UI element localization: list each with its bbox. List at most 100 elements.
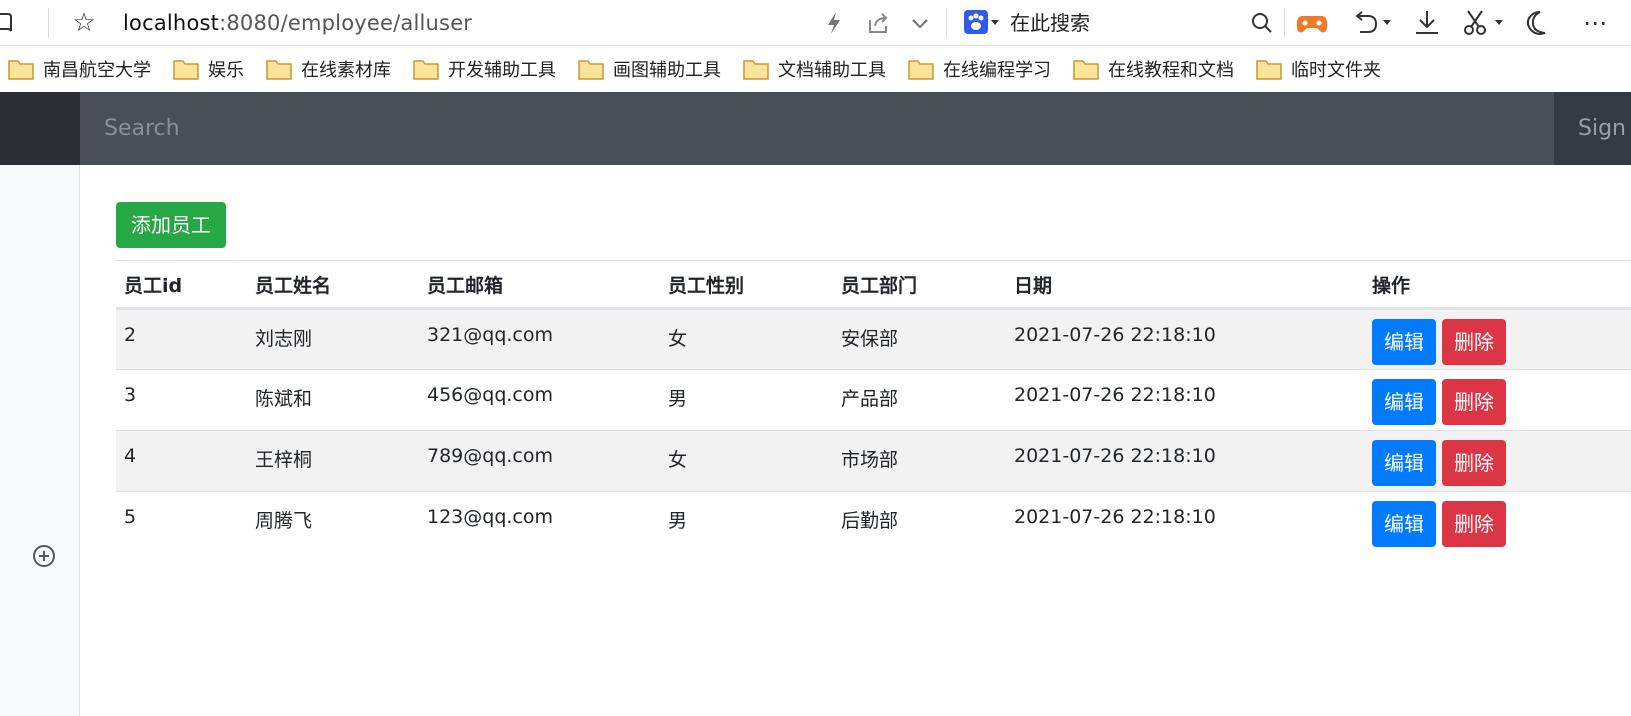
cell-name: 周腾飞 [247, 491, 419, 553]
more-icon[interactable]: ⋯ [1578, 8, 1612, 38]
bookmark-folder[interactable]: 画图辅助工具 [578, 54, 721, 84]
caret-down-icon[interactable] [1494, 17, 1504, 27]
cell-email: 456@qq.com [419, 369, 660, 431]
bookmark-folder[interactable]: 娱乐 [173, 54, 244, 84]
header-date: 日期 [1006, 260, 1364, 310]
header-name: 员工姓名 [247, 260, 419, 310]
header-gender: 员工性别 [660, 260, 833, 310]
url-field[interactable]: localhost:8080/employee/alluser [123, 9, 472, 37]
caret-down-icon[interactable] [1382, 17, 1392, 27]
bookmark-folder[interactable]: 在线编程学习 [908, 54, 1051, 84]
cell-name: 王梓桐 [247, 430, 419, 492]
table-row: 5 周腾飞 123@qq.com 男 后勤部 2021-07-26 22:18:… [116, 491, 1631, 553]
cell-date: 2021-07-26 22:18:10 [1006, 369, 1364, 431]
header-id: 员工id [116, 260, 247, 310]
cell-date: 2021-07-26 22:18:10 [1006, 491, 1364, 553]
add-employee-button[interactable]: 添加员工 [116, 202, 226, 248]
cell-gender: 男 [660, 491, 833, 553]
header-actions: 操作 [1364, 260, 1631, 310]
edit-button[interactable]: 编辑 [1372, 440, 1436, 486]
browser-search-box[interactable]: 在此搜索 [1010, 9, 1090, 37]
bookmark-label: 文档辅助工具 [778, 60, 886, 81]
bookmark-label: 开发辅助工具 [448, 60, 556, 81]
reader-icon[interactable] [0, 10, 24, 34]
cell-department: 后勤部 [833, 491, 1006, 553]
bookmark-folder[interactable]: 在线素材库 [266, 54, 391, 84]
delete-button[interactable]: 删除 [1442, 440, 1506, 486]
caret-down-icon[interactable] [990, 17, 1000, 27]
url-path: :8080/employee/alluser [219, 11, 473, 35]
folder-icon [578, 60, 604, 80]
scissors-icon[interactable] [1460, 8, 1490, 38]
delete-button[interactable]: 删除 [1442, 379, 1506, 425]
table-header-row: 员工id 员工姓名 员工邮箱 员工性别 员工部门 日期 操作 [116, 260, 1631, 310]
download-icon[interactable] [1412, 8, 1442, 38]
sign-out-link[interactable]: Sign out [1578, 92, 1631, 165]
folder-icon [173, 60, 199, 80]
search-input[interactable] [80, 92, 1554, 165]
cell-actions: 编辑 删除 [1364, 430, 1631, 492]
browser-address-bar: ☆ localhost:8080/employee/alluser 在此搜索 ⋯ [0, 0, 1631, 46]
plus-circle-icon[interactable] [31, 543, 57, 569]
table-row: 2 刘志刚 321@qq.com 女 安保部 2021-07-26 22:18:… [116, 308, 1631, 370]
folder-icon [1073, 60, 1099, 80]
cell-department: 市场部 [833, 430, 1006, 492]
bookmark-label: 南昌航空大学 [43, 60, 151, 81]
bookmark-folder[interactable]: 文档辅助工具 [743, 54, 886, 84]
delete-button[interactable]: 删除 [1442, 319, 1506, 365]
cell-date: 2021-07-26 22:18:10 [1006, 308, 1364, 370]
cell-actions: 编辑 删除 [1364, 369, 1631, 431]
edit-button[interactable]: 编辑 [1372, 319, 1436, 365]
undo-icon[interactable] [1350, 8, 1380, 38]
share-icon[interactable] [866, 10, 892, 36]
folder-icon [266, 60, 292, 80]
bookmark-folder[interactable]: 临时文件夹 [1256, 54, 1381, 84]
toolbar-divider [946, 8, 947, 38]
navbar-brand[interactable] [0, 92, 80, 165]
bolt-icon[interactable] [823, 10, 845, 36]
folder-icon [8, 60, 34, 80]
bookmark-label: 娱乐 [208, 60, 244, 81]
edit-button[interactable]: 编辑 [1372, 379, 1436, 425]
cell-gender: 男 [660, 369, 833, 431]
moon-icon[interactable] [1523, 8, 1553, 38]
edit-button[interactable]: 编辑 [1372, 501, 1436, 547]
folder-icon [908, 60, 934, 80]
star-icon[interactable]: ☆ [70, 8, 98, 38]
app-navbar: Sign out [0, 92, 1631, 165]
cell-id: 5 [116, 491, 247, 553]
cell-actions: 编辑 删除 [1364, 308, 1631, 370]
cell-id: 4 [116, 430, 247, 492]
folder-icon [413, 60, 439, 80]
chevron-down-icon[interactable] [909, 10, 931, 36]
cell-id: 2 [116, 308, 247, 370]
employee-table: 员工id 员工姓名 员工邮箱 员工性别 员工部门 日期 操作 2 刘志刚 321… [116, 260, 1631, 553]
search-icon[interactable] [1249, 10, 1275, 36]
bookmark-label: 在线教程和文档 [1108, 60, 1234, 81]
bookmark-label: 临时文件夹 [1291, 60, 1381, 81]
delete-button[interactable]: 删除 [1442, 501, 1506, 547]
bookmark-label: 在线编程学习 [943, 60, 1051, 81]
main-content: 添加员工 员工id 员工姓名 员工邮箱 员工性别 员工部门 日期 操作 2 刘志… [80, 165, 1631, 716]
header-department: 员工部门 [833, 260, 1006, 310]
bookmark-folder[interactable]: 开发辅助工具 [413, 54, 556, 84]
paw-icon[interactable] [963, 9, 989, 35]
gamepad-icon[interactable] [1295, 8, 1329, 38]
cell-department: 安保部 [833, 308, 1006, 370]
cell-gender: 女 [660, 308, 833, 370]
cell-department: 产品部 [833, 369, 1006, 431]
toolbar-divider [1284, 8, 1285, 38]
bookmark-folder[interactable]: 在线教程和文档 [1073, 54, 1234, 84]
header-email: 员工邮箱 [419, 260, 660, 310]
toolbar-divider [48, 8, 49, 38]
table-row: 3 陈斌和 456@qq.com 男 产品部 2021-07-26 22:18:… [116, 369, 1631, 431]
cell-email: 123@qq.com [419, 491, 660, 553]
cell-name: 陈斌和 [247, 369, 419, 431]
cell-email: 321@qq.com [419, 308, 660, 370]
sidebar [0, 165, 80, 716]
bookmark-label: 在线素材库 [301, 60, 391, 81]
bookmark-folder[interactable]: 南昌航空大学 [8, 54, 151, 84]
folder-icon [743, 60, 769, 80]
cell-gender: 女 [660, 430, 833, 492]
cell-id: 3 [116, 369, 247, 431]
